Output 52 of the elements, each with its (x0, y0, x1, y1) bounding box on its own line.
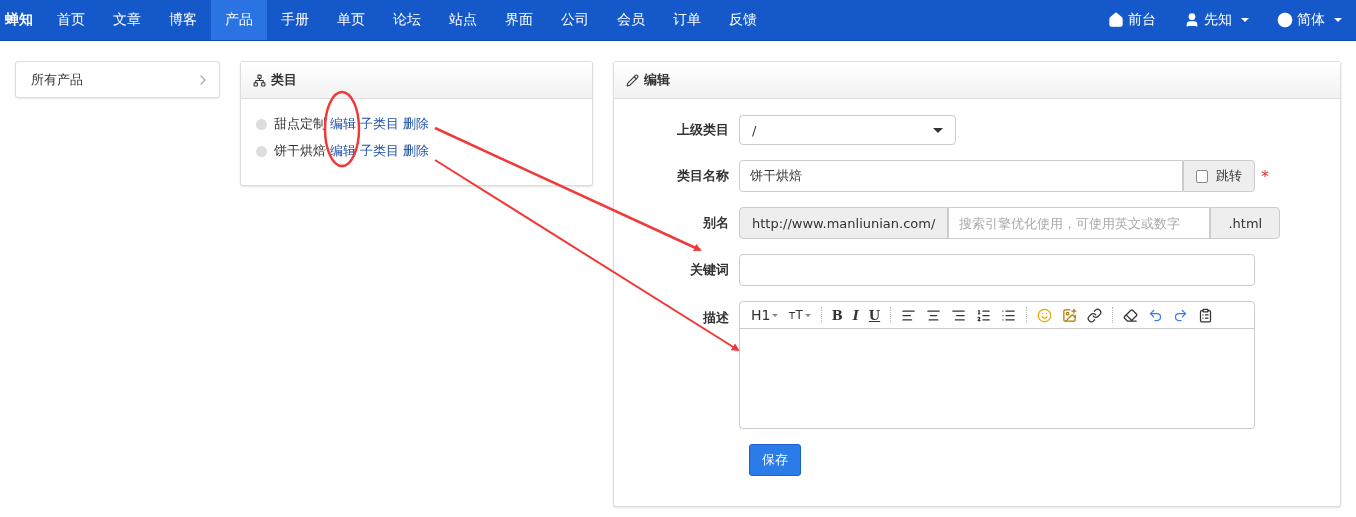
sidebar-item[interactable]: 所有产品 (15, 61, 220, 98)
home-icon (1108, 12, 1124, 28)
required-mark: * (1261, 166, 1269, 186)
field-label: 类目名称 (676, 167, 730, 185)
font-size-button[interactable]: ᴛT (785, 305, 814, 325)
url-prefix: http://www.manliunian.com/ (739, 207, 949, 239)
user-icon (1184, 12, 1200, 28)
italic-button[interactable]: I (849, 305, 862, 325)
bullet-dot (256, 145, 267, 157)
nav-tab[interactable]: 站点 (435, 0, 491, 40)
field-label: 描述 (702, 309, 730, 327)
alias-input[interactable]: 搜索引擎优化使用，可使用英文或数字 (948, 207, 1211, 239)
nav-menu-item[interactable]: 简体 (1263, 0, 1356, 40)
keyword-input[interactable] (739, 254, 1255, 286)
url-suffix: .html (1210, 207, 1281, 239)
hierarchy-icon (253, 73, 266, 87)
brand-logo[interactable]: 蝉知 (0, 0, 43, 40)
field-label: 上级类目 (676, 121, 730, 139)
underline-button[interactable]: U (865, 305, 884, 325)
action-link[interactable]: 删除 (403, 115, 429, 133)
action-link[interactable]: 子类目 (360, 115, 399, 133)
nav-tab[interactable]: 界面 (491, 0, 547, 40)
parent-select[interactable]: / (739, 115, 956, 145)
panel-title: 编辑 (644, 71, 670, 89)
panel-title: 类目 (271, 71, 297, 89)
nav-tab[interactable]: 手册 (267, 0, 323, 40)
nav-menu-item[interactable]: 先知 (1170, 0, 1263, 40)
nav-menu-item[interactable]: 前台 (1094, 0, 1170, 40)
field-label: 关键词 (689, 261, 730, 279)
bold-button[interactable]: B (828, 305, 846, 325)
action-link[interactable]: 子类目 (360, 142, 399, 160)
category-name: 饼干烘焙 (274, 142, 326, 160)
nav-tab[interactable]: 博客 (155, 0, 211, 40)
nav-tab[interactable]: 公司 (547, 0, 603, 40)
action-link[interactable]: 删除 (403, 142, 429, 160)
save-button[interactable]: 保存 (749, 444, 801, 476)
nav-tab[interactable]: 论坛 (379, 0, 435, 40)
nav-tab[interactable]: 单页 (323, 0, 379, 40)
action-link[interactable]: 编辑 (330, 115, 356, 133)
rich-text-editor[interactable]: H1 ᴛT B I U (739, 301, 1255, 429)
nav-tab[interactable]: 订单 (659, 0, 715, 40)
nav-tab[interactable]: 首页 (43, 0, 99, 40)
field-label: 别名 (702, 214, 730, 232)
nav-tab[interactable]: 会员 (603, 0, 659, 40)
name-input[interactable]: 饼干烘焙 (739, 160, 1183, 192)
heading-button[interactable]: H1 (748, 305, 782, 325)
pencil-icon (626, 73, 639, 87)
jump-checkbox[interactable]: 跳转 (1183, 160, 1255, 192)
nav-tab[interactable]: 产品 (211, 0, 267, 40)
nav-tab[interactable]: 反馈 (715, 0, 771, 40)
bullet-dot (256, 118, 267, 130)
nav-tab[interactable]: 文章 (99, 0, 155, 40)
